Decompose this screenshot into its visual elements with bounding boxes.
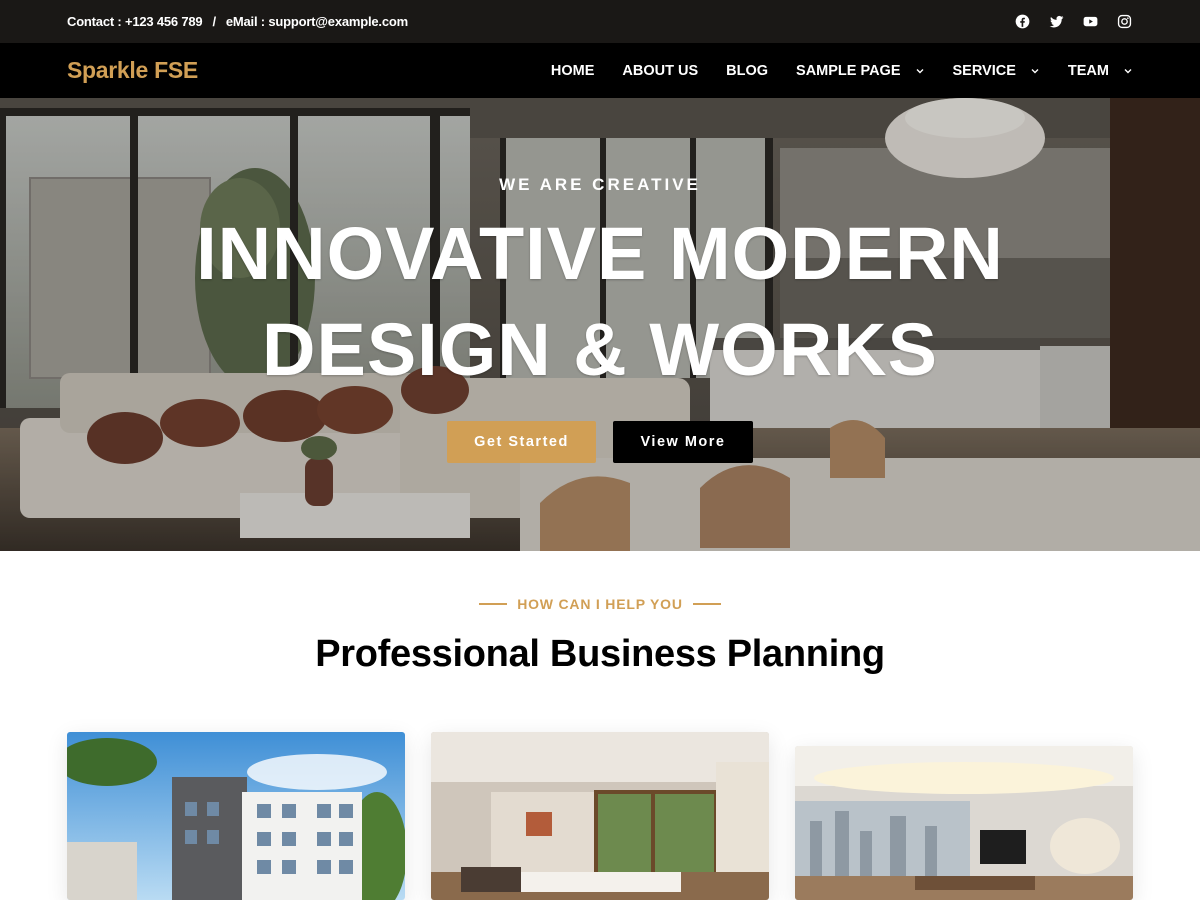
contact-phone: Contact : +123 456 789 bbox=[67, 14, 203, 29]
nav-item-service[interactable]: SERVICE bbox=[953, 63, 1040, 79]
site-logo[interactable]: Sparkle FSE bbox=[67, 57, 198, 84]
section-kicker-text: HOW CAN I HELP YOU bbox=[517, 596, 683, 612]
nav-item-label: HOME bbox=[550, 62, 595, 79]
nav-item-home[interactable]: HOME bbox=[551, 63, 595, 79]
top-bar: Contact : +123 456 789 / eMail : support… bbox=[0, 0, 1200, 43]
youtube-icon[interactable] bbox=[1083, 14, 1098, 29]
facebook-icon[interactable] bbox=[1015, 14, 1030, 29]
kicker-line-right bbox=[692, 603, 721, 605]
section-title: Professional Business Planning bbox=[315, 633, 885, 675]
hero-kicker: WE ARE CREATIVE bbox=[499, 175, 701, 194]
chevron-down-icon[interactable] bbox=[1030, 67, 1040, 75]
service-card-office[interactable] bbox=[795, 746, 1133, 900]
service-card-interior[interactable] bbox=[431, 732, 769, 900]
site-header: Sparkle FSE HOME ABOUT US BLOG SAMPLE PA… bbox=[0, 43, 1200, 98]
nav-item-label: TEAM bbox=[1067, 62, 1109, 79]
nav-item-label: SAMPLE PAGE bbox=[796, 62, 901, 79]
social-links bbox=[1015, 14, 1133, 29]
instagram-icon[interactable] bbox=[1117, 14, 1132, 29]
section-kicker: HOW CAN I HELP YOU bbox=[0, 596, 1200, 612]
nav-item-team[interactable]: TEAM bbox=[1068, 63, 1133, 79]
nav-item-label: SERVICE bbox=[952, 62, 1016, 79]
nav-item-label: ABOUT US bbox=[622, 62, 699, 79]
nav-item-blog[interactable]: BLOG bbox=[726, 63, 768, 79]
office-image bbox=[795, 746, 1133, 900]
nav-item-sample-page[interactable]: SAMPLE PAGE bbox=[796, 63, 924, 79]
chevron-down-icon[interactable] bbox=[1123, 67, 1133, 75]
chevron-down-icon[interactable] bbox=[915, 67, 925, 75]
hero-title: INNOVATIVE MODERN DESIGN & WORKS bbox=[196, 212, 1004, 391]
service-card-building[interactable] bbox=[67, 732, 405, 900]
nav-item-label: BLOG bbox=[726, 62, 769, 79]
nav-item-about-us[interactable]: ABOUT US bbox=[622, 63, 698, 79]
interior-image bbox=[431, 732, 769, 900]
main-nav: HOME ABOUT US BLOG SAMPLE PAGE SERVICE T… bbox=[551, 63, 1133, 79]
view-more-button[interactable]: View More bbox=[613, 421, 753, 463]
contact-email[interactable]: eMail : support@example.com bbox=[226, 14, 408, 29]
kicker-line-left bbox=[479, 603, 508, 605]
get-started-button[interactable]: Get Started bbox=[447, 421, 596, 463]
contact-separator: / bbox=[212, 14, 216, 29]
hero-banner: WE ARE CREATIVE INNOVATIVE MODERN DESIGN… bbox=[0, 98, 1200, 551]
contact-info: Contact : +123 456 789 / eMail : support… bbox=[67, 14, 408, 29]
twitter-icon[interactable] bbox=[1049, 14, 1064, 29]
building-image bbox=[67, 732, 405, 900]
